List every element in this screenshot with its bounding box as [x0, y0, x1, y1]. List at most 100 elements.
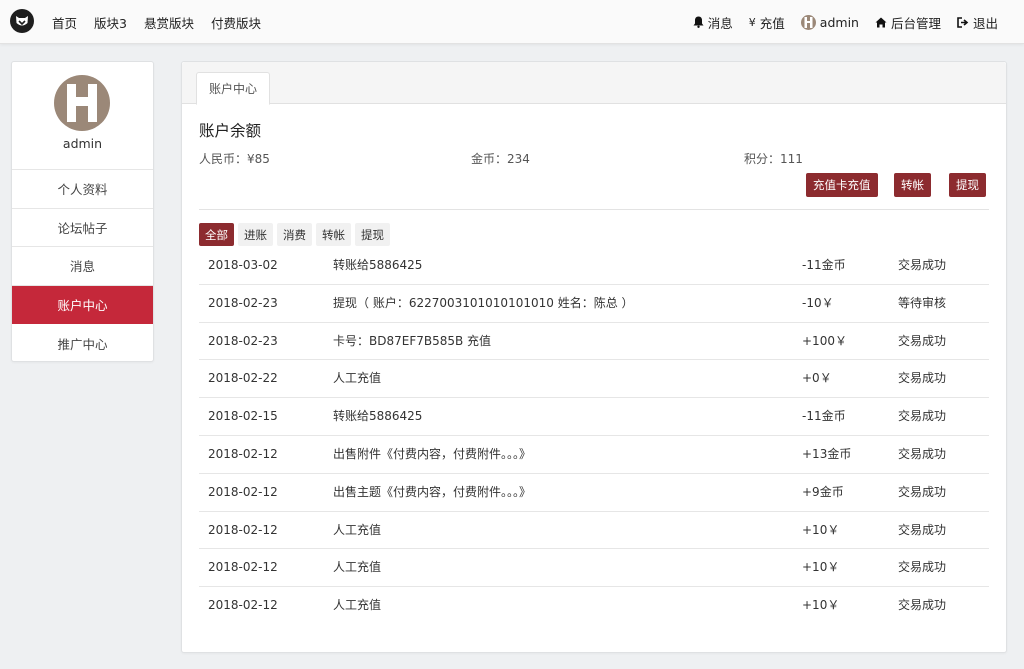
- sidebar-item-forum-posts[interactable]: 论坛帖子: [12, 209, 153, 247]
- logout-link[interactable]: 退出: [957, 13, 998, 32]
- tx-status: 等待审核: [898, 295, 947, 310]
- tx-date: 2018-02-12: [208, 598, 278, 613]
- profile-username: admin: [62, 136, 103, 151]
- rmb-balance: 人民币：¥85: [199, 150, 270, 167]
- tab-bar: 账户中心: [182, 62, 1006, 105]
- messages-label: 消息: [707, 15, 733, 31]
- filter-income[interactable]: 进账: [238, 223, 273, 246]
- messages-link[interactable]: 消息: [693, 13, 733, 32]
- tx-amount: -11金币: [802, 258, 846, 272]
- table-row: 2018-03-02 转账给5886425 -11金币 交易成功: [199, 247, 989, 285]
- table-row: 2018-02-12 人工充值 +10￥ 交易成功: [199, 512, 989, 550]
- user-name: admin: [819, 14, 859, 30]
- sidebar-item-messages[interactable]: 消息: [12, 247, 153, 286]
- filter-transfer[interactable]: 转帐: [316, 223, 351, 246]
- filter-spending[interactable]: 消费: [277, 223, 312, 246]
- tx-date: 2018-02-12: [208, 560, 278, 575]
- sidebar-item-profile[interactable]: 个人资料: [12, 170, 153, 209]
- tx-amount: -10￥: [802, 295, 834, 310]
- top-navbar: 首页 版块3 悬赏版块 付费版块 消息 ¥ 充值 admin 后台管理 退出: [0, 0, 1024, 44]
- points-value: 111: [780, 152, 803, 166]
- yen-icon: ¥: [748, 15, 756, 29]
- tx-amount: +13金币: [802, 446, 852, 461]
- gold-label: 金币：: [471, 152, 508, 166]
- bell-icon: [693, 16, 704, 28]
- avatar[interactable]: [54, 75, 110, 131]
- transaction-list: 2018-03-02 转账给5886425 -11金币 交易成功 2018-02…: [199, 247, 989, 625]
- tx-amount: +10￥: [802, 522, 840, 537]
- tx-description: 人工充值: [333, 371, 382, 386]
- section-divider: [199, 209, 989, 210]
- rmb-value: ¥85: [247, 152, 270, 166]
- logout-label: 退出: [972, 15, 998, 31]
- tx-date: 2018-02-12: [208, 446, 278, 461]
- tx-date: 2018-02-23: [208, 333, 278, 348]
- balance-title: 账户余额: [199, 122, 262, 140]
- tx-amount: +10￥: [802, 560, 840, 575]
- table-row: 2018-02-23 提现（ 账户：6227003101010101010 姓名…: [199, 285, 989, 323]
- tx-amount: +100￥: [802, 333, 847, 348]
- tx-status: 交易成功: [898, 371, 947, 386]
- tx-date: 2018-02-23: [208, 295, 278, 310]
- cat-logo-icon[interactable]: [10, 9, 34, 33]
- transaction-filters: 全部 进账 消费 转帐 提现: [199, 223, 394, 246]
- recharge-label: 充值: [759, 15, 785, 31]
- filter-withdraw[interactable]: 提现: [355, 223, 390, 246]
- tx-status: 交易成功: [898, 333, 947, 348]
- table-row: 2018-02-12 出售主题《付费内容，付费附件。。。》 +9金币 交易成功: [199, 474, 989, 512]
- main-nav: 首页 版块3 悬赏版块 付费版块: [52, 0, 278, 44]
- tx-status: 交易成功: [898, 258, 947, 272]
- gold-value: 234: [507, 152, 530, 166]
- tx-description: 人工充值: [333, 522, 382, 537]
- tx-amount: +10￥: [802, 598, 840, 613]
- tx-date: 2018-02-12: [208, 522, 278, 537]
- sign-out-icon: [957, 16, 969, 28]
- admin-label: 后台管理: [890, 15, 941, 31]
- tx-amount: +0￥: [802, 371, 832, 386]
- nav-link-home[interactable]: 首页: [52, 13, 77, 32]
- table-row: 2018-02-23 卡号：BD87EF7B585B 充值 +100￥ 交易成功: [199, 323, 989, 361]
- sidebar-item-account-center[interactable]: 账户中心: [12, 285, 153, 324]
- table-row: 2018-02-12 出售附件《付费内容，付费附件。。。》 +13金币 交易成功: [199, 436, 989, 474]
- tx-date: 2018-02-15: [208, 409, 278, 424]
- table-row: 2018-02-12 人工充值 +10￥ 交易成功: [199, 587, 989, 625]
- tx-description: 转账给5886425: [333, 409, 423, 424]
- user-link[interactable]: admin: [800, 14, 859, 30]
- tab-account-center[interactable]: 账户中心: [196, 72, 271, 105]
- user-sidebar: admin 个人资料 论坛帖子 消息 账户中心 推广中心: [11, 61, 154, 362]
- tx-description: 出售附件《付费内容，付费附件。。。》: [333, 446, 532, 461]
- card-recharge-button[interactable]: 充值卡充值: [806, 173, 878, 197]
- points-balance: 积分：111: [744, 150, 803, 167]
- home-icon: [875, 17, 887, 28]
- nav-link-bounty-board[interactable]: 悬赏版块: [144, 13, 194, 32]
- sidebar-item-promotion-center[interactable]: 推广中心: [12, 324, 153, 363]
- tx-status: 交易成功: [898, 484, 947, 499]
- nav-link-board3[interactable]: 版块3: [94, 13, 127, 32]
- withdraw-button[interactable]: 提现: [949, 173, 986, 197]
- tx-description: 人工充值: [333, 598, 382, 613]
- tx-description: 转账给5886425: [333, 258, 423, 272]
- table-row: 2018-02-22 人工充值 +0￥ 交易成功: [199, 360, 989, 399]
- rmb-label: 人民币：: [199, 152, 248, 166]
- user-nav: 消息 ¥ 充值 admin 后台管理 退出: [677, 0, 998, 44]
- tx-description: 卡号：BD87EF7B585B 充值: [333, 333, 492, 348]
- tx-date: 2018-02-22: [208, 371, 278, 386]
- recharge-link[interactable]: ¥ 充值: [749, 13, 785, 32]
- gold-balance: 金币：234: [471, 150, 530, 167]
- tx-amount: +9金币: [802, 484, 844, 499]
- admin-link[interactable]: 后台管理: [875, 13, 941, 32]
- tx-status: 交易成功: [898, 560, 947, 575]
- filter-all[interactable]: 全部: [199, 223, 234, 246]
- tx-amount: -11金币: [802, 409, 846, 424]
- tx-date: 2018-03-02: [208, 258, 278, 272]
- tx-description: 提现（ 账户：6227003101010101010 姓名：陈总 ）: [333, 295, 634, 310]
- nav-link-paid-board[interactable]: 付费版块: [211, 13, 261, 32]
- transfer-button[interactable]: 转帐: [894, 173, 931, 197]
- points-label: 积分：: [744, 152, 781, 166]
- table-row: 2018-02-15 转账给5886425 -11金币 交易成功: [199, 398, 989, 436]
- profile-card: admin: [12, 62, 153, 170]
- tx-status: 交易成功: [898, 598, 947, 613]
- tx-status: 交易成功: [898, 446, 947, 461]
- tx-description: 出售主题《付费内容，付费附件。。。》: [333, 484, 532, 499]
- user-avatar-icon: [800, 14, 816, 30]
